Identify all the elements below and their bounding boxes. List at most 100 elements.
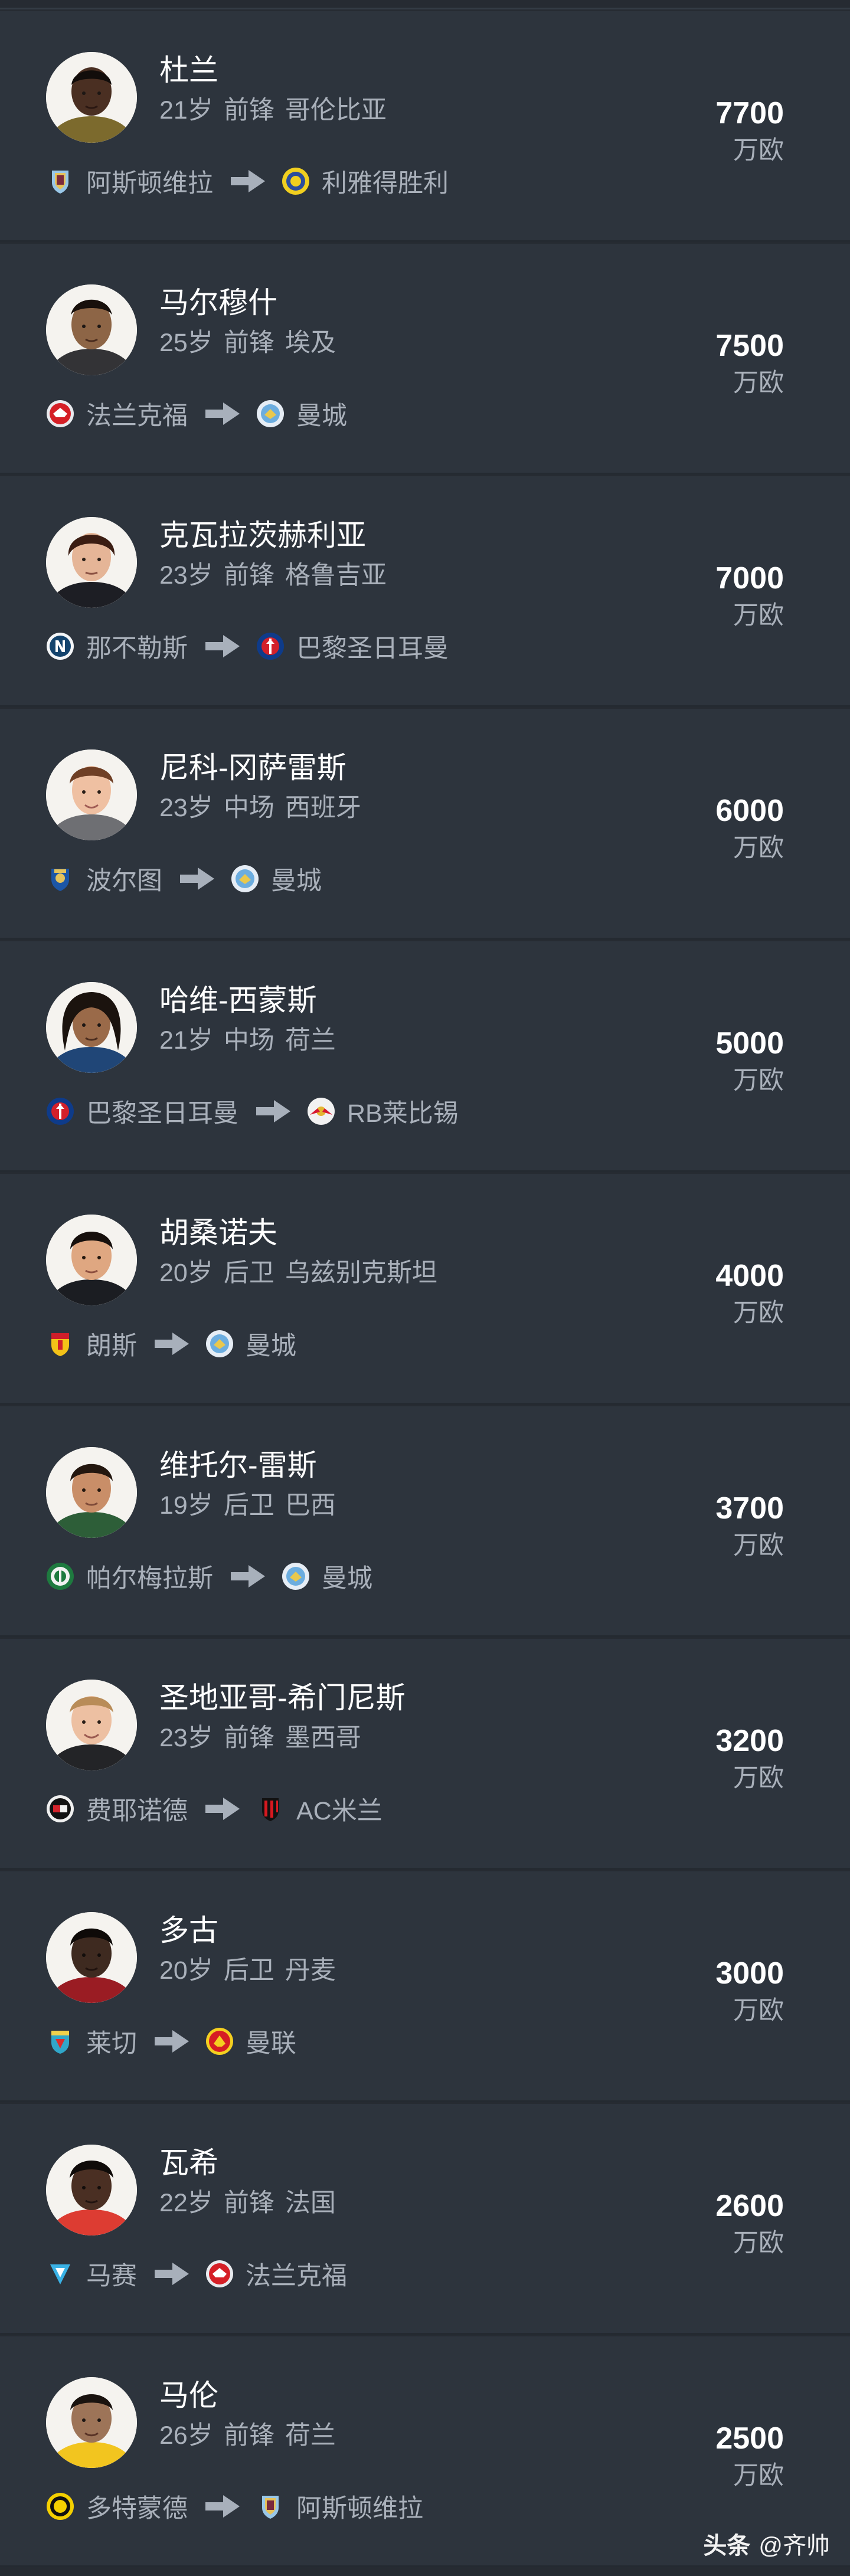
transfer-arrow-icon	[155, 2263, 189, 2285]
transfer-route: 巴黎圣日耳曼 RB莱比锡	[46, 1091, 459, 1132]
ac-milan-badge-icon	[256, 1795, 285, 1823]
to-club: RB莱比锡	[347, 1099, 459, 1128]
man-city-badge-icon	[282, 1562, 310, 1590]
fee-unit: 万欧	[733, 2229, 784, 2257]
from-club: 朗斯	[86, 1332, 137, 1360]
player-name: 多古	[159, 1914, 218, 1947]
from-club: 帕尔梅拉斯	[86, 1564, 213, 1593]
player-avatar	[46, 2145, 137, 2235]
al-nassr-badge-icon	[282, 167, 310, 195]
transfer-route: 帕尔梅拉斯 曼城	[46, 1556, 372, 1597]
player-card[interactable]: 瓦希 22岁 前锋 法国 马赛 法兰克福 2600 万欧	[0, 2104, 850, 2335]
player-name: 尼科-冈萨雷斯	[159, 751, 346, 784]
aston-villa-badge-icon	[256, 2492, 285, 2521]
from-club: 费耶诺德	[86, 1797, 188, 1825]
fee-unit: 万欧	[733, 1299, 784, 1327]
transfer-route: 费耶诺德 AC米兰	[46, 1788, 382, 1829]
player-card[interactable]: 维托尔-雷斯 19岁 后卫 巴西 帕尔梅拉斯 曼城 3700 万欧	[0, 1406, 850, 1637]
player-nationality: 哥伦比亚	[285, 96, 387, 125]
player-nationality: 格鲁吉亚	[285, 561, 387, 590]
player-card[interactable]: 圣地亚哥-希门尼斯 23岁 前锋 墨西哥 费耶诺德 AC米兰 3200 万欧	[0, 1639, 850, 1870]
list-top-divider	[0, 0, 850, 9]
player-card[interactable]: 马尔穆什 25岁 前锋 埃及 法兰克福 曼城 7500 万欧	[0, 244, 850, 474]
transfer-route: 马赛 法兰克福	[46, 2253, 347, 2294]
psg-badge-icon	[46, 1097, 74, 1125]
player-card[interactable]: 杜兰 21岁 前锋 哥伦比亚 阿斯顿维拉 利雅得胜利 7700 万欧	[0, 11, 850, 242]
player-card[interactable]: 多古 20岁 后卫 丹麦 莱切 曼联 3000 万欧	[0, 1871, 850, 2102]
player-name: 哈维-西蒙斯	[159, 984, 317, 1017]
player-avatar	[46, 517, 137, 608]
player-avatar	[46, 1680, 137, 1770]
player-card[interactable]: 尼科-冈萨雷斯 23岁 中场 西班牙 波尔图 曼城 6000 万欧	[0, 709, 850, 940]
player-card[interactable]: 胡桑诺夫 20岁 后卫 乌兹别克斯坦 朗斯 曼城 4000 万欧	[0, 1174, 850, 1405]
frankfurt-badge-icon	[205, 2260, 234, 2288]
fee-unit: 万欧	[733, 2462, 784, 2490]
player-meta: 20岁 后卫 丹麦	[159, 1955, 346, 1986]
player-card[interactable]: 哈维-西蒙斯 21岁 中场 荷兰 巴黎圣日耳曼 RB莱比锡 5000 万欧	[0, 941, 850, 1172]
fee-unit: 万欧	[733, 369, 784, 397]
fee-unit: 万欧	[733, 601, 784, 630]
transfer-fee: 7500	[715, 329, 784, 363]
transfer-fee: 5000	[715, 1026, 784, 1060]
napoli-badge-icon	[46, 632, 74, 660]
player-nationality: 埃及	[285, 329, 336, 357]
dortmund-badge-icon	[46, 2492, 74, 2521]
rb-leipzig-badge-icon	[307, 1097, 335, 1125]
transfer-fee: 6000	[715, 794, 784, 828]
player-position: 中场	[223, 794, 274, 822]
from-club: 莱切	[86, 2030, 137, 2058]
player-meta: 23岁 前锋 墨西哥	[159, 1723, 372, 1753]
player-position: 前锋	[223, 1724, 274, 1752]
from-club: 那不勒斯	[86, 634, 188, 663]
from-club: 法兰克福	[86, 402, 188, 430]
player-avatar	[46, 2377, 137, 2468]
player-avatar	[46, 1447, 137, 1538]
transfer-arrow-icon	[256, 1100, 290, 1122]
transfer-arrow-icon	[231, 170, 265, 192]
to-club: 利雅得胜利	[322, 169, 449, 198]
player-position: 中场	[223, 1026, 274, 1055]
transfer-fee: 2500	[715, 2421, 784, 2456]
player-nationality: 荷兰	[285, 2421, 336, 2450]
player-meta: 25岁 前锋 埃及	[159, 328, 346, 358]
to-club: 曼城	[296, 402, 347, 430]
to-club: 曼城	[322, 1564, 372, 1593]
transfer-route: 阿斯顿维拉 利雅得胜利	[46, 161, 449, 202]
transfer-fee: 2600	[715, 2189, 784, 2223]
player-avatar	[46, 1912, 137, 2003]
player-position: 后卫	[223, 1259, 274, 1287]
transfer-arrow-icon	[155, 2030, 189, 2053]
player-position: 前锋	[223, 2421, 274, 2450]
fee-unit: 万欧	[733, 136, 784, 165]
transfer-arrow-icon	[205, 635, 240, 657]
player-age: 23岁	[159, 794, 213, 822]
from-club: 多特蒙德	[86, 2495, 188, 2523]
player-name: 马伦	[159, 2379, 218, 2412]
player-nationality: 乌兹别克斯坦	[285, 1259, 437, 1287]
player-age: 23岁	[159, 1724, 213, 1752]
player-name: 圣地亚哥-希门尼斯	[159, 1681, 406, 1714]
fee-unit: 万欧	[733, 1764, 784, 1792]
transfer-route: 法兰克福 曼城	[46, 393, 347, 434]
to-club: 曼联	[246, 2030, 296, 2058]
transfer-fee: 7700	[715, 96, 784, 130]
player-name: 胡桑诺夫	[159, 1216, 277, 1249]
player-avatar	[46, 982, 137, 1073]
player-nationality: 巴西	[285, 1491, 336, 1520]
transfer-fee: 4000	[715, 1259, 784, 1293]
player-age: 25岁	[159, 329, 213, 357]
lecce-badge-icon	[46, 2027, 74, 2055]
player-age: 21岁	[159, 1026, 213, 1055]
man-city-badge-icon	[256, 400, 285, 428]
transfer-arrow-icon	[180, 868, 214, 890]
player-position: 后卫	[223, 1491, 274, 1520]
transfer-arrow-icon	[231, 1565, 265, 1588]
player-age: 26岁	[159, 2421, 213, 2450]
player-name: 杜兰	[159, 54, 218, 87]
man-utd-badge-icon	[205, 2027, 234, 2055]
transfer-fee: 3000	[715, 1956, 784, 1991]
transfer-route: 波尔图 曼城	[46, 858, 322, 899]
to-club: 曼城	[246, 1332, 296, 1360]
player-name: 克瓦拉茨赫利亚	[159, 519, 366, 552]
player-card[interactable]: 克瓦拉茨赫利亚 23岁 前锋 格鲁吉亚 那不勒斯 巴黎圣日耳曼 7000 万欧	[0, 476, 850, 707]
